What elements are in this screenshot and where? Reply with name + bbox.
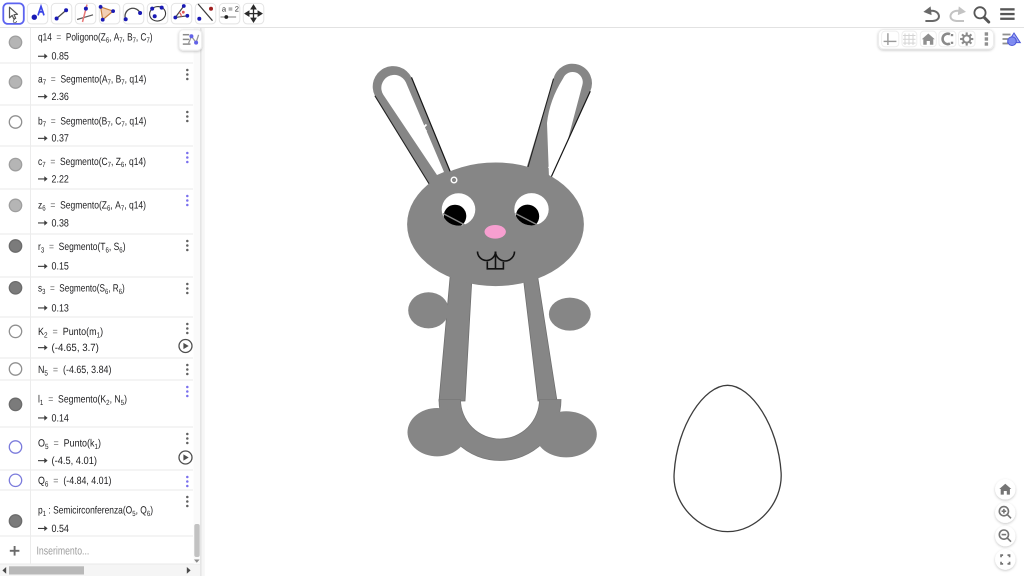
svg-text:K2 = Punto(m1): K2 = Punto(m1): [38, 326, 103, 339]
svg-text:0.38: 0.38: [52, 217, 70, 229]
svg-text:0.13: 0.13: [52, 302, 70, 314]
svg-text:0.54: 0.54: [52, 523, 70, 535]
svg-text:0.14: 0.14: [52, 412, 70, 424]
svg-text:Inserimento...: Inserimento...: [37, 545, 90, 557]
svg-text:c7 = Segmento(C7, Z6, q14): c7 = Segmento(C7, Z6, q14): [38, 156, 146, 169]
svg-text:A: A: [548, 161, 554, 170]
svg-text:0.37: 0.37: [52, 133, 70, 145]
svg-text:(-4.65, 3.7): (-4.65, 3.7): [52, 342, 99, 354]
svg-text:b7 = Segmento(B7, C7, q14): b7 = Segmento(B7, C7, q14): [38, 115, 146, 128]
svg-text:0.15: 0.15: [52, 261, 70, 273]
svg-text:a = 2: a = 2: [222, 5, 239, 14]
svg-text:q14 = Poligono(Z6, A7, B7, C: q14 = Poligono(Z6, A7, B7, C7): [38, 31, 153, 44]
svg-text:A: A: [562, 124, 568, 133]
svg-text:Q6 = (-4.84, 4.01): Q6 = (-4.84, 4.01): [38, 475, 111, 488]
svg-text:p1 : Semicirconferenza(O5, Q6): p1 : Semicirconferenza(O5, Q6): [38, 505, 153, 518]
svg-text:(-4.5, 4.01): (-4.5, 4.01): [52, 455, 97, 467]
svg-text:N5 = (-4.65, 3.84): N5 = (-4.65, 3.84): [38, 364, 111, 377]
svg-text:0.85: 0.85: [52, 51, 70, 63]
svg-text:s3 = Segmento(S6, R6): s3 = Segmento(S6, R6): [38, 283, 125, 296]
svg-text:2.36: 2.36: [52, 91, 70, 103]
svg-text:a7 = Segmento(A7, B7, q14): a7 = Segmento(A7, B7, q14): [38, 73, 146, 86]
svg-text:z6 = Segmento(Z6, A7, q14): z6 = Segmento(Z6, A7, q14): [38, 199, 146, 212]
svg-text:l1 = Segmento(K2, N5): l1 = Segmento(K2, N5): [38, 394, 127, 407]
svg-text:r3 = Segmento(T6, S6): r3 = Segmento(T6, S6): [38, 241, 126, 254]
svg-text:2.22: 2.22: [52, 173, 70, 185]
